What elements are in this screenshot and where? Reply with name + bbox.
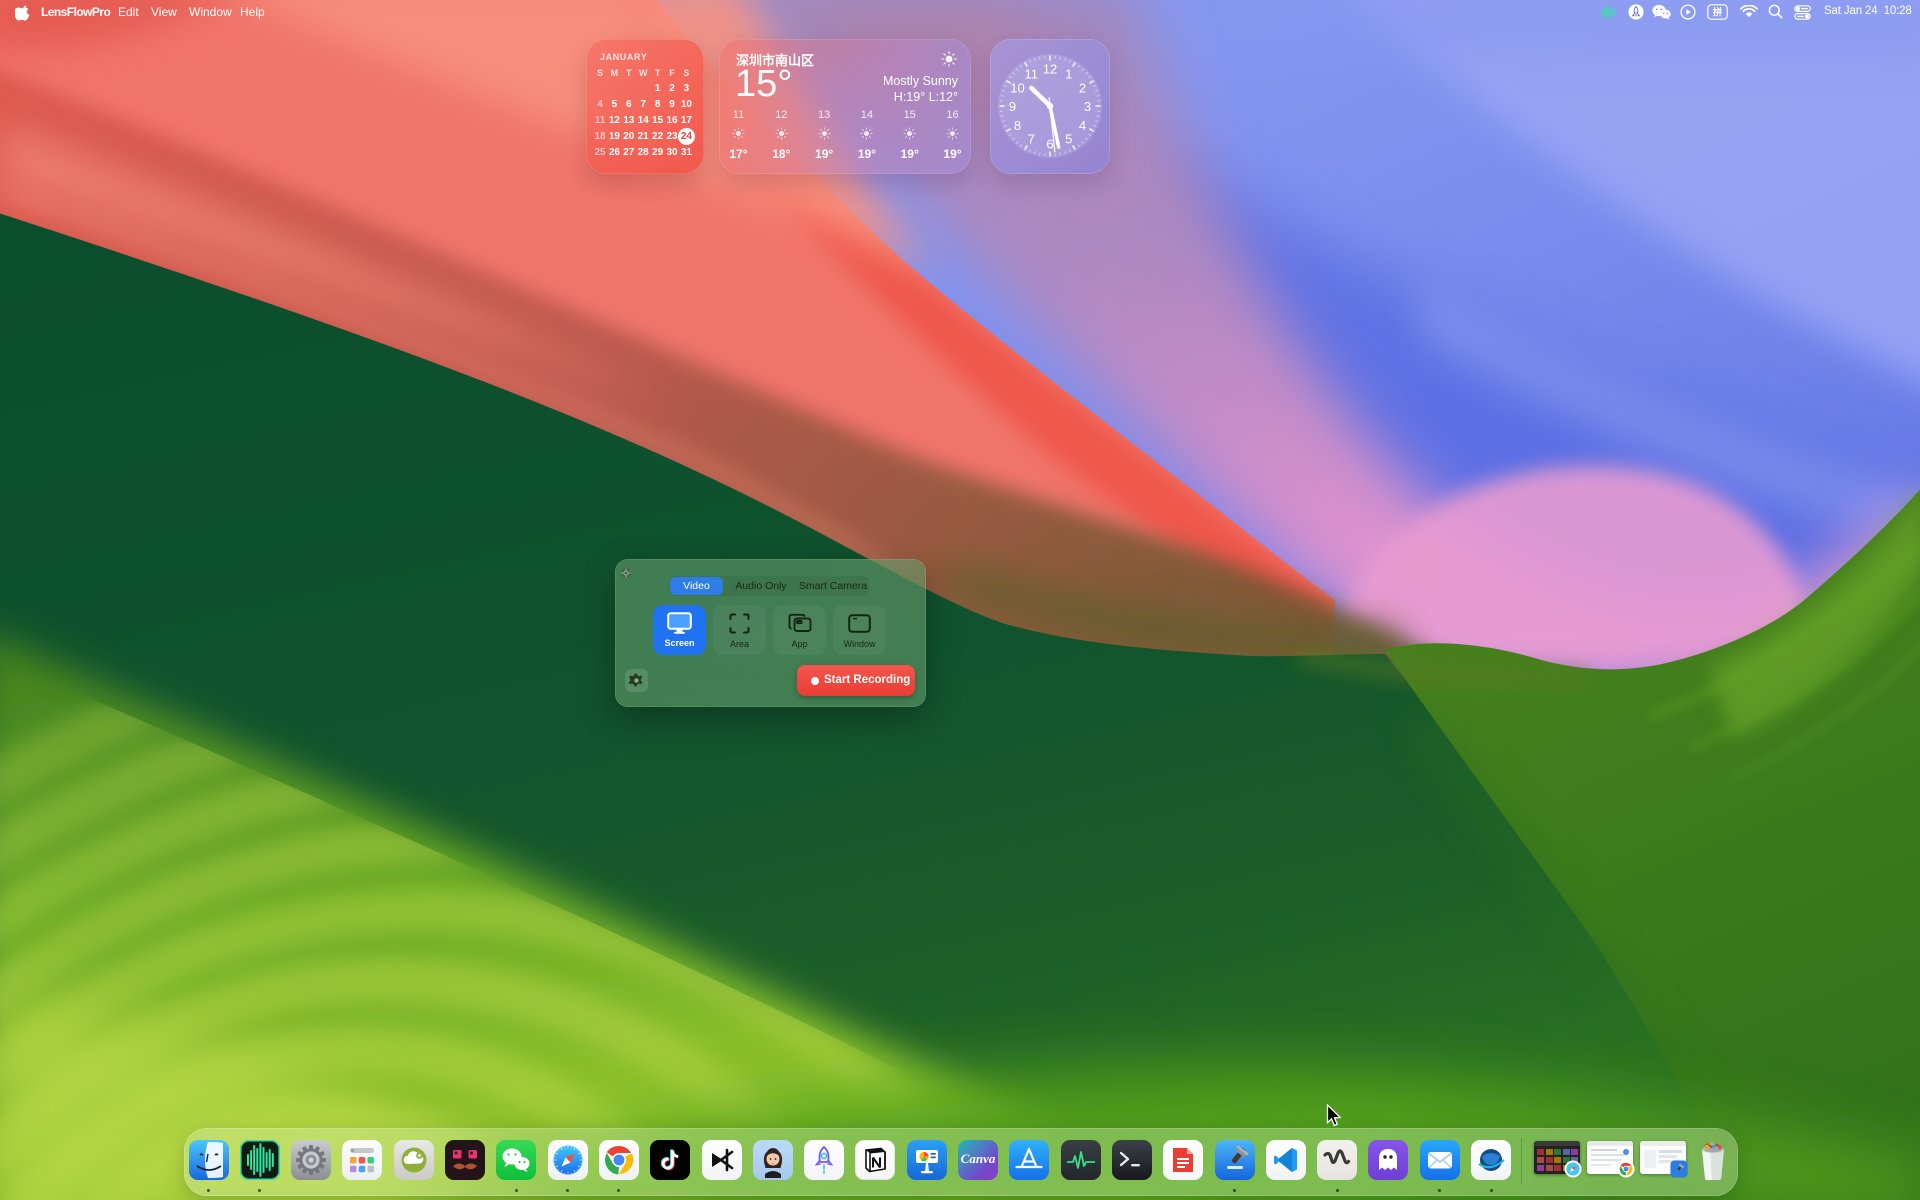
svg-text:拼: 拼 [1713,7,1723,19]
svg-text:12: 12 [1043,62,1057,77]
svg-text:2: 2 [1079,80,1086,95]
svg-text:9: 9 [1009,99,1016,114]
svg-text:11: 11 [1024,67,1038,82]
svg-text:7: 7 [1028,132,1035,147]
svg-text:8: 8 [1014,118,1021,133]
svg-text:4: 4 [1079,118,1086,133]
svg-text:5: 5 [1065,132,1072,147]
svg-text:6: 6 [1046,137,1053,152]
svg-text:1: 1 [1065,67,1072,82]
svg-text:3: 3 [1084,99,1091,114]
svg-text:10: 10 [1010,80,1024,95]
